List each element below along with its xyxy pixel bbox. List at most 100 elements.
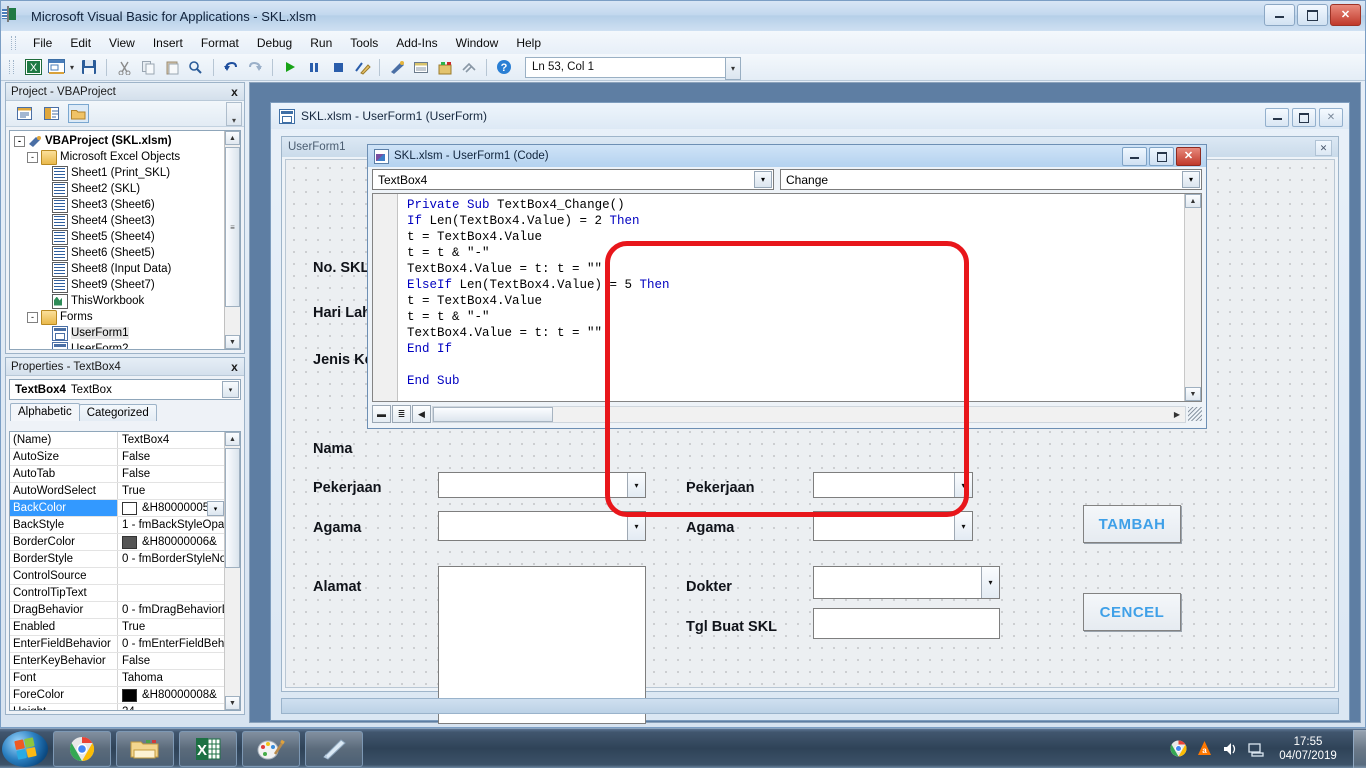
property-value[interactable]: &H80000008&: [118, 687, 225, 703]
property-value[interactable]: 0 - fmEnterFieldBehavi: [118, 636, 225, 652]
agama-right-combobox[interactable]: ▾: [813, 511, 973, 541]
userform-caption-close-icon[interactable]: ✕: [1315, 140, 1332, 156]
property-value[interactable]: 0 - fmDragBehaviorDis: [118, 602, 225, 618]
menu-file[interactable]: File: [24, 34, 61, 52]
taskbar-item-chrome[interactable]: [53, 730, 111, 767]
insert-dropdown-icon[interactable]: ▾: [70, 63, 74, 72]
object-selector-combo[interactable]: TextBox4 TextBox ▾: [9, 379, 241, 400]
redo-icon[interactable]: [244, 56, 266, 78]
tree-item[interactable]: Sheet3 (Sheet6): [10, 197, 224, 213]
maximize-button[interactable]: [1297, 4, 1328, 26]
code-maximize-button[interactable]: [1149, 147, 1174, 166]
break-icon[interactable]: [303, 56, 325, 78]
paste-icon[interactable]: [161, 56, 183, 78]
property-row[interactable]: (Name) TextBox4: [10, 432, 225, 449]
design-mode-icon[interactable]: [351, 56, 373, 78]
userform-minimize-button[interactable]: [1265, 108, 1289, 127]
chrome-tray-icon[interactable]: [1170, 740, 1187, 757]
run-icon[interactable]: [279, 56, 301, 78]
taskbar-clock[interactable]: 17:55 04/07/2019: [1275, 735, 1341, 763]
undo-icon[interactable]: [220, 56, 242, 78]
chevron-down-icon[interactable]: ▾: [207, 501, 224, 516]
property-value[interactable]: False: [118, 449, 225, 465]
object-browser-icon[interactable]: [434, 56, 456, 78]
property-row[interactable]: Height 24: [10, 704, 225, 710]
pekerjaan-left-combobox[interactable]: ▾: [438, 472, 646, 498]
full-module-view-button[interactable]: ≣: [392, 405, 411, 423]
tree-expander[interactable]: -: [27, 311, 38, 323]
tambah-button[interactable]: TAMBAH: [1083, 505, 1181, 543]
scroll-down-icon[interactable]: ▼: [1185, 387, 1201, 401]
scroll-up-icon[interactable]: ▲: [225, 131, 240, 145]
taskbar-item-paint[interactable]: [242, 730, 300, 767]
tree-item[interactable]: Sheet1 (Print_SKL): [10, 165, 224, 181]
close-button[interactable]: ✕: [1330, 4, 1361, 26]
property-value[interactable]: True: [118, 619, 225, 635]
scroll-down-icon[interactable]: ▼: [225, 335, 240, 349]
userform-maximize-button[interactable]: [1292, 108, 1316, 127]
tree-item[interactable]: - Forms: [10, 309, 224, 325]
property-row[interactable]: ForeColor &H80000008&: [10, 687, 225, 704]
property-value[interactable]: [118, 568, 225, 584]
tree-item[interactable]: ThisWorkbook: [10, 293, 224, 309]
close-icon[interactable]: x: [228, 85, 241, 99]
procedure-view-button[interactable]: ▬: [372, 405, 391, 423]
dokter-combobox[interactable]: ▾: [813, 566, 1000, 599]
pekerjaan-right-combobox[interactable]: ▾: [813, 472, 973, 498]
project-explorer-icon[interactable]: [386, 56, 408, 78]
property-row[interactable]: AutoTab False: [10, 466, 225, 483]
show-desktop-button[interactable]: [1353, 729, 1366, 768]
avast-tray-icon[interactable]: a: [1196, 740, 1213, 757]
tree-item[interactable]: Sheet6 (Sheet5): [10, 245, 224, 261]
save-icon[interactable]: [78, 56, 100, 78]
property-value[interactable]: &H80000005& ▾: [118, 500, 225, 516]
toolbar-overflow-button[interactable]: ▾: [725, 56, 742, 80]
menu-format[interactable]: Format: [192, 34, 248, 52]
tree-expander[interactable]: -: [14, 135, 25, 147]
tree-item[interactable]: UserForm2: [10, 341, 224, 349]
menu-run[interactable]: Run: [301, 34, 341, 52]
toolbar-overflow-icon[interactable]: ▾: [226, 102, 242, 126]
properties-scrollbar[interactable]: ▲ ▼: [224, 432, 240, 710]
tab-alphabetic[interactable]: Alphabetic: [10, 403, 80, 421]
reset-icon[interactable]: [327, 56, 349, 78]
scroll-up-icon[interactable]: ▲: [225, 432, 240, 446]
menu-help[interactable]: Help: [507, 34, 550, 52]
property-row[interactable]: BackStyle 1 - fmBackStyleOpaque: [10, 517, 225, 534]
chevron-down-icon[interactable]: ▾: [981, 567, 999, 598]
scroll-right-icon[interactable]: ▶: [1169, 407, 1185, 422]
code-vertical-scrollbar[interactable]: ▲ ▼: [1184, 194, 1201, 401]
property-row[interactable]: BorderColor &H80000006&: [10, 534, 225, 551]
chevron-down-icon[interactable]: ▾: [1182, 171, 1200, 188]
find-icon[interactable]: [185, 56, 207, 78]
toolbox-icon[interactable]: [458, 56, 480, 78]
tree-item[interactable]: Sheet2 (SKL): [10, 181, 224, 197]
tree-item[interactable]: UserForm1: [10, 325, 224, 341]
property-row[interactable]: AutoWordSelect True: [10, 483, 225, 500]
minimize-button[interactable]: [1264, 4, 1295, 26]
property-row[interactable]: BackColor &H80000005& ▾: [10, 500, 225, 517]
properties-window-icon[interactable]: [410, 56, 432, 78]
scroll-up-icon[interactable]: ▲: [1185, 194, 1201, 208]
code-text[interactable]: Private Sub TextBox4_Change() If Len(Text…: [407, 197, 1183, 401]
tree-item[interactable]: Sheet8 (Input Data): [10, 261, 224, 277]
taskbar-item-file-explorer[interactable]: [116, 730, 174, 767]
menu-view[interactable]: View: [100, 34, 144, 52]
scrollbar-thumb[interactable]: [225, 448, 240, 568]
tree-item[interactable]: Sheet5 (Sheet4): [10, 229, 224, 245]
property-value[interactable]: False: [118, 466, 225, 482]
network-icon[interactable]: [1248, 741, 1266, 757]
chevron-down-icon[interactable]: ▾: [954, 512, 972, 540]
taskbar-item-notepad[interactable]: [305, 730, 363, 767]
property-value[interactable]: TextBox4: [118, 432, 225, 448]
tree-item[interactable]: - VBAProject (SKL.xlsm): [10, 133, 224, 149]
chevron-down-icon[interactable]: ▾: [954, 473, 972, 497]
property-row[interactable]: ControlTipText: [10, 585, 225, 602]
property-row[interactable]: EnterFieldBehavior 0 - fmEnterFieldBehavi: [10, 636, 225, 653]
volume-icon[interactable]: [1222, 741, 1239, 757]
chevron-down-icon[interactable]: ▾: [754, 171, 772, 188]
code-editor-area[interactable]: Private Sub TextBox4_Change() If Len(Text…: [372, 193, 1202, 402]
property-row[interactable]: ControlSource: [10, 568, 225, 585]
cencel-button[interactable]: CENCEL: [1083, 593, 1181, 631]
procedure-dropdown[interactable]: Change ▾: [780, 169, 1202, 190]
